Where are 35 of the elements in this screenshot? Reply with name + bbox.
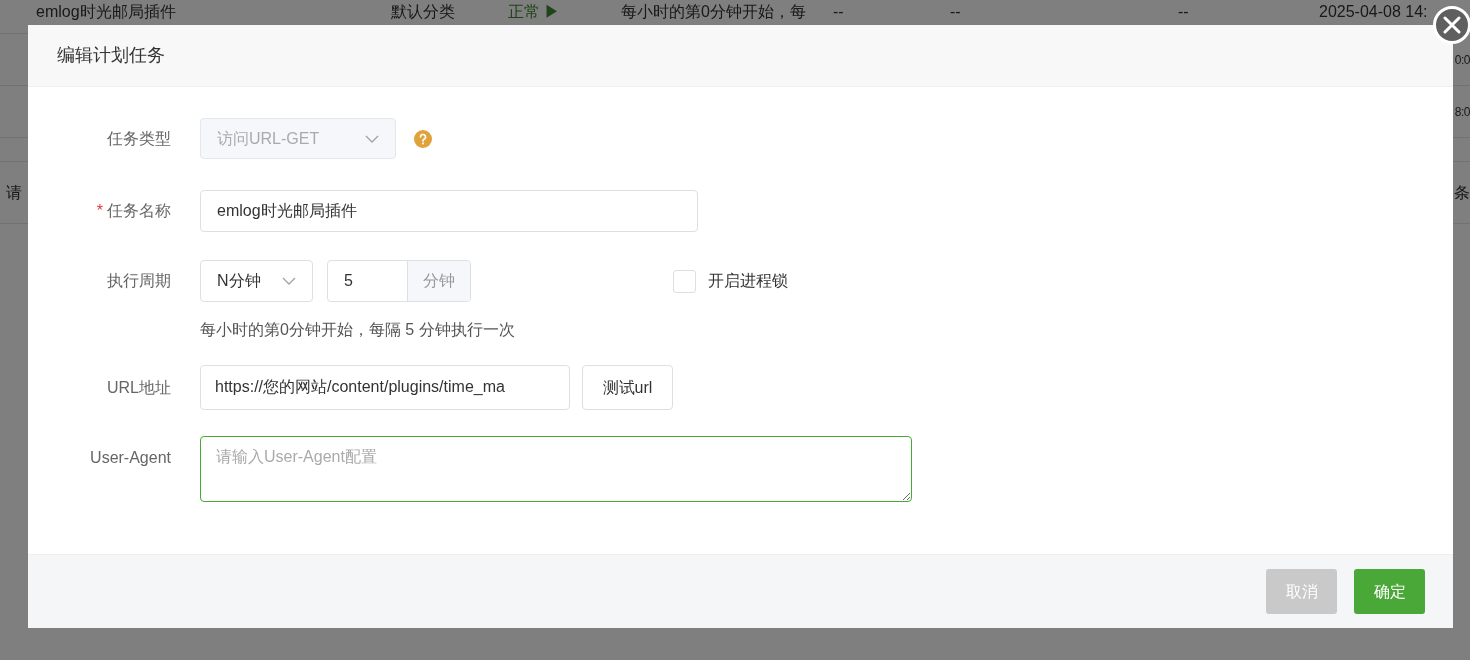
field-label: User-Agent bbox=[90, 448, 171, 468]
table-cell-text: 正常 ▶ bbox=[508, 2, 562, 22]
minutes-input[interactable]: 5 bbox=[328, 261, 407, 301]
field-label: URL地址 bbox=[107, 377, 171, 398]
minutes-addon: 分钟 bbox=[407, 261, 470, 301]
user-agent-textarea[interactable]: 请输入User-Agent配置 bbox=[200, 436, 912, 502]
field-label: 任务名称 bbox=[107, 201, 171, 221]
table-cell-text: 8:0 bbox=[1454, 103, 1470, 121]
period-select[interactable]: N分钟 bbox=[200, 260, 313, 302]
checkbox-label: 开启进程锁 bbox=[708, 271, 788, 291]
table-cell-text: -- bbox=[833, 2, 845, 22]
task-name-input[interactable]: emlog时光邮局插件 bbox=[200, 190, 698, 232]
table-cell-text: 2025-04-08 14: bbox=[1319, 2, 1429, 22]
help-icon[interactable] bbox=[414, 129, 432, 148]
table-cell-text: -- bbox=[1178, 2, 1190, 22]
table-cell-text: 每小时的第0分钟开始，每 bbox=[621, 2, 807, 22]
dialog-title: 编辑计划任务 bbox=[57, 44, 165, 67]
checkbox[interactable] bbox=[673, 269, 696, 293]
chevron-down-icon bbox=[365, 134, 379, 143]
field-label: 执行周期 bbox=[107, 271, 171, 291]
close-button[interactable] bbox=[1433, 6, 1470, 44]
chevron-down-icon bbox=[282, 277, 296, 285]
table-cell-text: 0:0 bbox=[1454, 51, 1470, 69]
url-input[interactable]: https://您的网站/content/plugins/time_ma bbox=[200, 365, 570, 410]
schedule-hint: 每小时的第0分钟开始，每隔 5 分钟执行一次 bbox=[200, 321, 515, 338]
table-cell-text: -- bbox=[950, 2, 962, 22]
minutes-input-group[interactable]: 5 分钟 bbox=[327, 260, 471, 302]
table-cell-text: 默认分类 bbox=[391, 2, 456, 22]
required-asterisk: * bbox=[96, 201, 103, 221]
test-url-button[interactable]: 测试url bbox=[582, 365, 673, 410]
close-icon bbox=[1443, 16, 1461, 34]
pager-text: 请 bbox=[6, 182, 22, 203]
table-cell-text: emlog时光邮局插件 bbox=[36, 2, 177, 22]
pager-text: 条 bbox=[1454, 182, 1470, 203]
field-label: 任务类型 bbox=[107, 128, 171, 149]
